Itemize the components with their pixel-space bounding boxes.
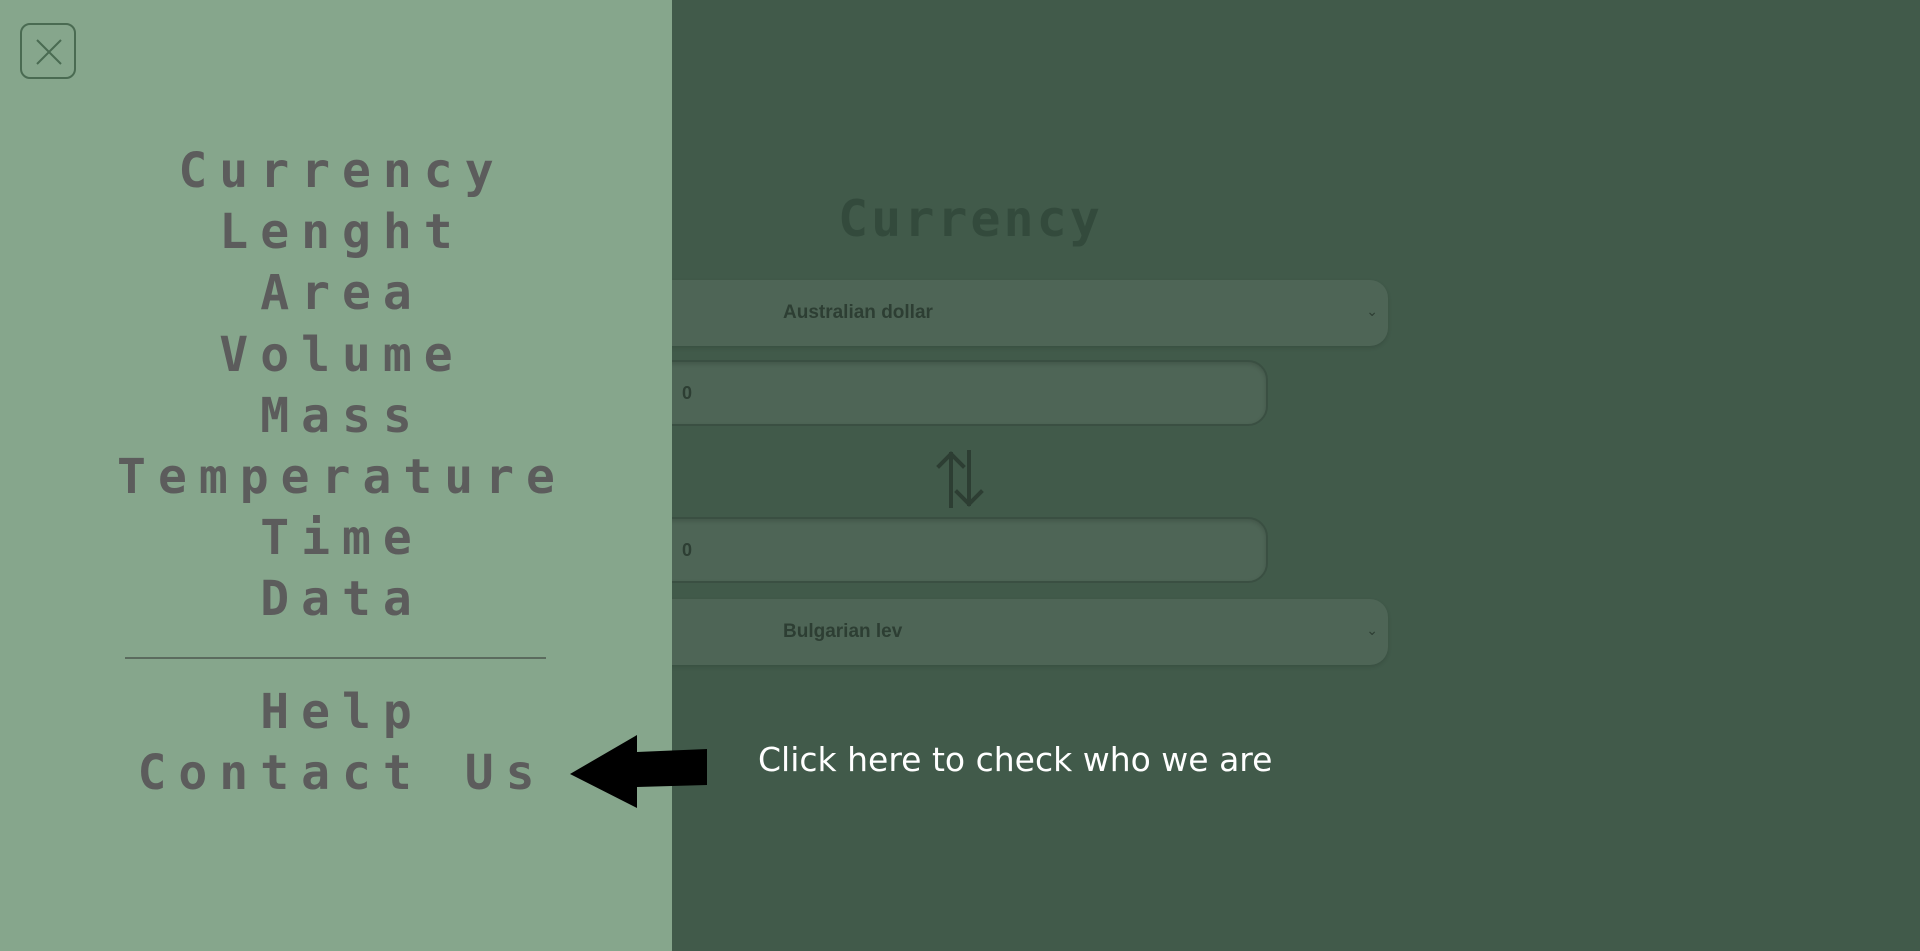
menu-item-mass[interactable]: Mass: [0, 386, 672, 447]
to-currency-select[interactable]: Bulgarian lev ⌄: [640, 599, 1388, 665]
menu-divider: [125, 657, 546, 659]
close-menu-button[interactable]: [20, 23, 76, 79]
chevron-down-icon: ⌄: [1366, 304, 1378, 320]
menu-item-currency[interactable]: Currency: [0, 141, 672, 202]
from-amount-input[interactable]: 0: [640, 360, 1268, 426]
arrow-left-icon: [568, 733, 708, 809]
swap-arrows-icon[interactable]: [935, 448, 985, 510]
menu-item-data[interactable]: Data: [0, 569, 672, 630]
menu-list: Currency Lenght Area Volume Mass Tempera…: [0, 141, 672, 631]
from-currency-select[interactable]: Australian dollar ⌄: [640, 280, 1388, 346]
page-title: Currency: [838, 190, 1103, 248]
menu-item-length[interactable]: Lenght: [0, 202, 672, 263]
menu-item-time[interactable]: Time: [0, 508, 672, 569]
from-amount-value: 0: [682, 383, 693, 403]
close-icon: [36, 39, 62, 65]
menu-item-temperature[interactable]: Temperature: [0, 447, 672, 508]
chevron-down-icon: ⌄: [1366, 623, 1378, 639]
to-amount-input[interactable]: 0: [640, 517, 1268, 583]
menu-item-volume[interactable]: Volume: [0, 325, 672, 386]
from-currency-label: Australian dollar: [783, 302, 933, 323]
to-amount-value: 0: [682, 540, 693, 560]
menu-item-area[interactable]: Area: [0, 263, 672, 324]
hint-text: Click here to check who we are: [758, 740, 1273, 779]
to-currency-label: Bulgarian lev: [783, 621, 903, 642]
